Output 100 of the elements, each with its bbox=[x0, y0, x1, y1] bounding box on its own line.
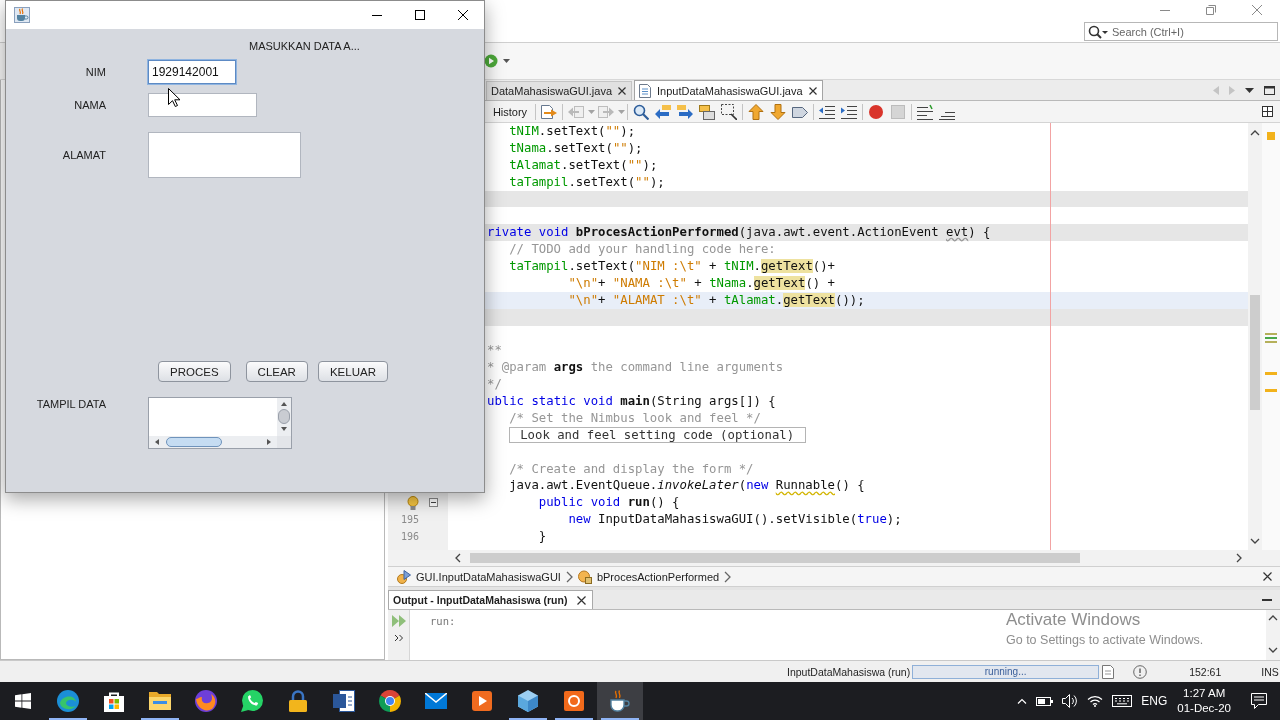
taskbar-button[interactable] bbox=[597, 682, 643, 720]
dashed-selection-icon[interactable] bbox=[721, 103, 737, 120]
stacked-boxes-icon[interactable] bbox=[699, 103, 715, 120]
code-line: // TODO add your handling code here: bbox=[509, 241, 776, 258]
document-icon bbox=[639, 83, 652, 98]
arrow-down-icon[interactable] bbox=[770, 103, 786, 120]
close-icon[interactable] bbox=[577, 595, 587, 605]
chat-bubble-icon[interactable] bbox=[241, 690, 263, 712]
text-field[interactable]: 1929142001 bbox=[148, 60, 236, 84]
caret-icon[interactable] bbox=[1245, 87, 1254, 93]
lightbulb-icon[interactable] bbox=[407, 495, 419, 510]
outdent-icon[interactable] bbox=[819, 103, 835, 120]
search-icon[interactable] bbox=[633, 103, 649, 120]
clock-time[interactable]: 1:27 AM bbox=[1183, 686, 1226, 701]
arrow-right-icon[interactable] bbox=[677, 103, 693, 120]
vertical-scrollbar[interactable] bbox=[1248, 123, 1262, 550]
speaker-icon[interactable] bbox=[1062, 694, 1079, 708]
close-icon[interactable] bbox=[1263, 572, 1272, 581]
text-area[interactable] bbox=[148, 397, 292, 449]
text-field[interactable] bbox=[148, 132, 301, 178]
code-line: tNIM.setText(""); bbox=[509, 123, 636, 140]
folder-icon[interactable] bbox=[149, 692, 171, 710]
swirl-icon[interactable] bbox=[57, 690, 79, 712]
envelope-icon[interactable] bbox=[425, 693, 447, 709]
code-line: } bbox=[538, 528, 547, 545]
cube-icon[interactable] bbox=[518, 690, 538, 712]
maximize-icon[interactable] bbox=[1264, 85, 1275, 95]
text-field[interactable] bbox=[148, 93, 257, 117]
code-line: taTampil.setText(""); bbox=[509, 173, 665, 191]
minimize-icon[interactable] bbox=[1262, 598, 1272, 601]
line-number: 196 bbox=[400, 530, 419, 542]
form-button[interactable]: PROCES bbox=[158, 361, 231, 382]
field-label: ALAMAT bbox=[62, 149, 106, 161]
clock-date[interactable]: 01-Dec-20 bbox=[1177, 701, 1231, 716]
coffee-cup-icon[interactable] bbox=[610, 690, 630, 712]
collapse-icon[interactable] bbox=[429, 498, 438, 508]
search-field[interactable]: Search (Ctrl+I) bbox=[1084, 22, 1278, 41]
chevron-right-icon[interactable] bbox=[724, 570, 732, 583]
vertical-scrollbar[interactable] bbox=[1266, 610, 1280, 660]
maximize-icon[interactable] bbox=[414, 10, 425, 20]
language-indicator[interactable]: ENG bbox=[1141, 694, 1168, 708]
play-tile-icon[interactable] bbox=[472, 691, 492, 711]
segmented-circle-icon[interactable] bbox=[379, 690, 401, 712]
code-line: rivate void bProcesActionPerformed(java.awt.event.ActionEvent evt) { bbox=[487, 224, 991, 242]
caret-position: 152:61 bbox=[1189, 665, 1222, 678]
circle-tile-icon[interactable] bbox=[564, 691, 584, 711]
code-line: * @param args the command line arguments bbox=[487, 359, 784, 377]
chevron-right-icon[interactable] bbox=[565, 570, 573, 583]
breadcrumb-item[interactable]: GUI.InputDataMahasiswaGUI bbox=[416, 570, 561, 583]
activation-message: Go to Settings to activate Windows. bbox=[1006, 632, 1204, 648]
form-button[interactable]: KELUAR bbox=[317, 361, 388, 382]
mouse-pointer-icon bbox=[168, 88, 181, 107]
horizontal-scrollbar[interactable] bbox=[149, 436, 277, 448]
flame-globe-icon[interactable] bbox=[195, 690, 217, 712]
caret-icon[interactable] bbox=[503, 59, 510, 63]
start-icon[interactable] bbox=[14, 693, 31, 709]
double-chevron-icon[interactable] bbox=[393, 634, 404, 642]
code-line: java.awt.EventQueue.invokeLater(new Runnable() { bbox=[509, 477, 865, 495]
vertical-scrollbar[interactable] bbox=[277, 398, 291, 436]
output-line: run: bbox=[430, 615, 456, 627]
code-line: /* Create and display the form */ bbox=[509, 460, 754, 478]
form-heading: MASUKKAN DATA A... bbox=[249, 40, 360, 53]
insert-mode: INS bbox=[1261, 665, 1279, 678]
search-icon[interactable] bbox=[1088, 24, 1108, 39]
record-icon[interactable] bbox=[869, 104, 883, 119]
breadcrumb-item[interactable]: bProcesActionPerformed bbox=[596, 570, 720, 583]
code-line: new InputDataMahasiswaGUI().setVisible(true); bbox=[568, 511, 902, 528]
form-button[interactable]: CLEAR bbox=[245, 361, 308, 382]
shapes-icon bbox=[397, 569, 411, 584]
close-icon[interactable] bbox=[457, 10, 468, 20]
task-name: InputDataMahasiswa (run) bbox=[787, 665, 911, 678]
field-label: NAMA bbox=[74, 99, 106, 111]
arrow-up-icon[interactable] bbox=[748, 103, 764, 120]
padlock-icon[interactable] bbox=[289, 690, 307, 712]
close-icon[interactable] bbox=[808, 86, 817, 95]
editor-tab[interactable]: InputDataMahasiswaGUI.java bbox=[634, 80, 823, 100]
restore-icon[interactable] bbox=[1206, 5, 1216, 15]
document-icon[interactable] bbox=[333, 690, 355, 712]
arrow-left-icon[interactable] bbox=[655, 103, 671, 120]
battery-icon[interactable] bbox=[1036, 696, 1054, 706]
chevron-up-icon[interactable] bbox=[1017, 698, 1028, 704]
history-button[interactable]: History bbox=[487, 102, 533, 121]
wifi-icon[interactable] bbox=[1087, 695, 1104, 707]
shopping-bag-icon[interactable] bbox=[104, 690, 124, 712]
indent-icon[interactable] bbox=[841, 103, 857, 120]
run-icon[interactable] bbox=[484, 54, 498, 68]
editor-tab[interactable]: DataMahasiswaGUI.java bbox=[486, 81, 633, 100]
message-icon[interactable] bbox=[1251, 693, 1267, 709]
minimize-icon[interactable] bbox=[371, 14, 382, 16]
alert-icon[interactable] bbox=[1133, 664, 1148, 679]
code-line: public void run() { bbox=[538, 494, 680, 512]
output-tab[interactable]: Output - InputDataMahasiswa (run) bbox=[388, 590, 594, 609]
close-icon[interactable] bbox=[618, 87, 627, 95]
field-label: TAMPIL DATA bbox=[36, 398, 106, 410]
code-line: */ bbox=[487, 376, 502, 393]
document-arrow-icon[interactable] bbox=[541, 103, 557, 120]
split-view-icon[interactable] bbox=[1262, 106, 1273, 117]
code-line: /* Set the Nimbus look and feel */ bbox=[509, 409, 761, 427]
slashed-lines-icon[interactable] bbox=[917, 103, 933, 120]
keyboard-icon[interactable] bbox=[1112, 695, 1133, 707]
